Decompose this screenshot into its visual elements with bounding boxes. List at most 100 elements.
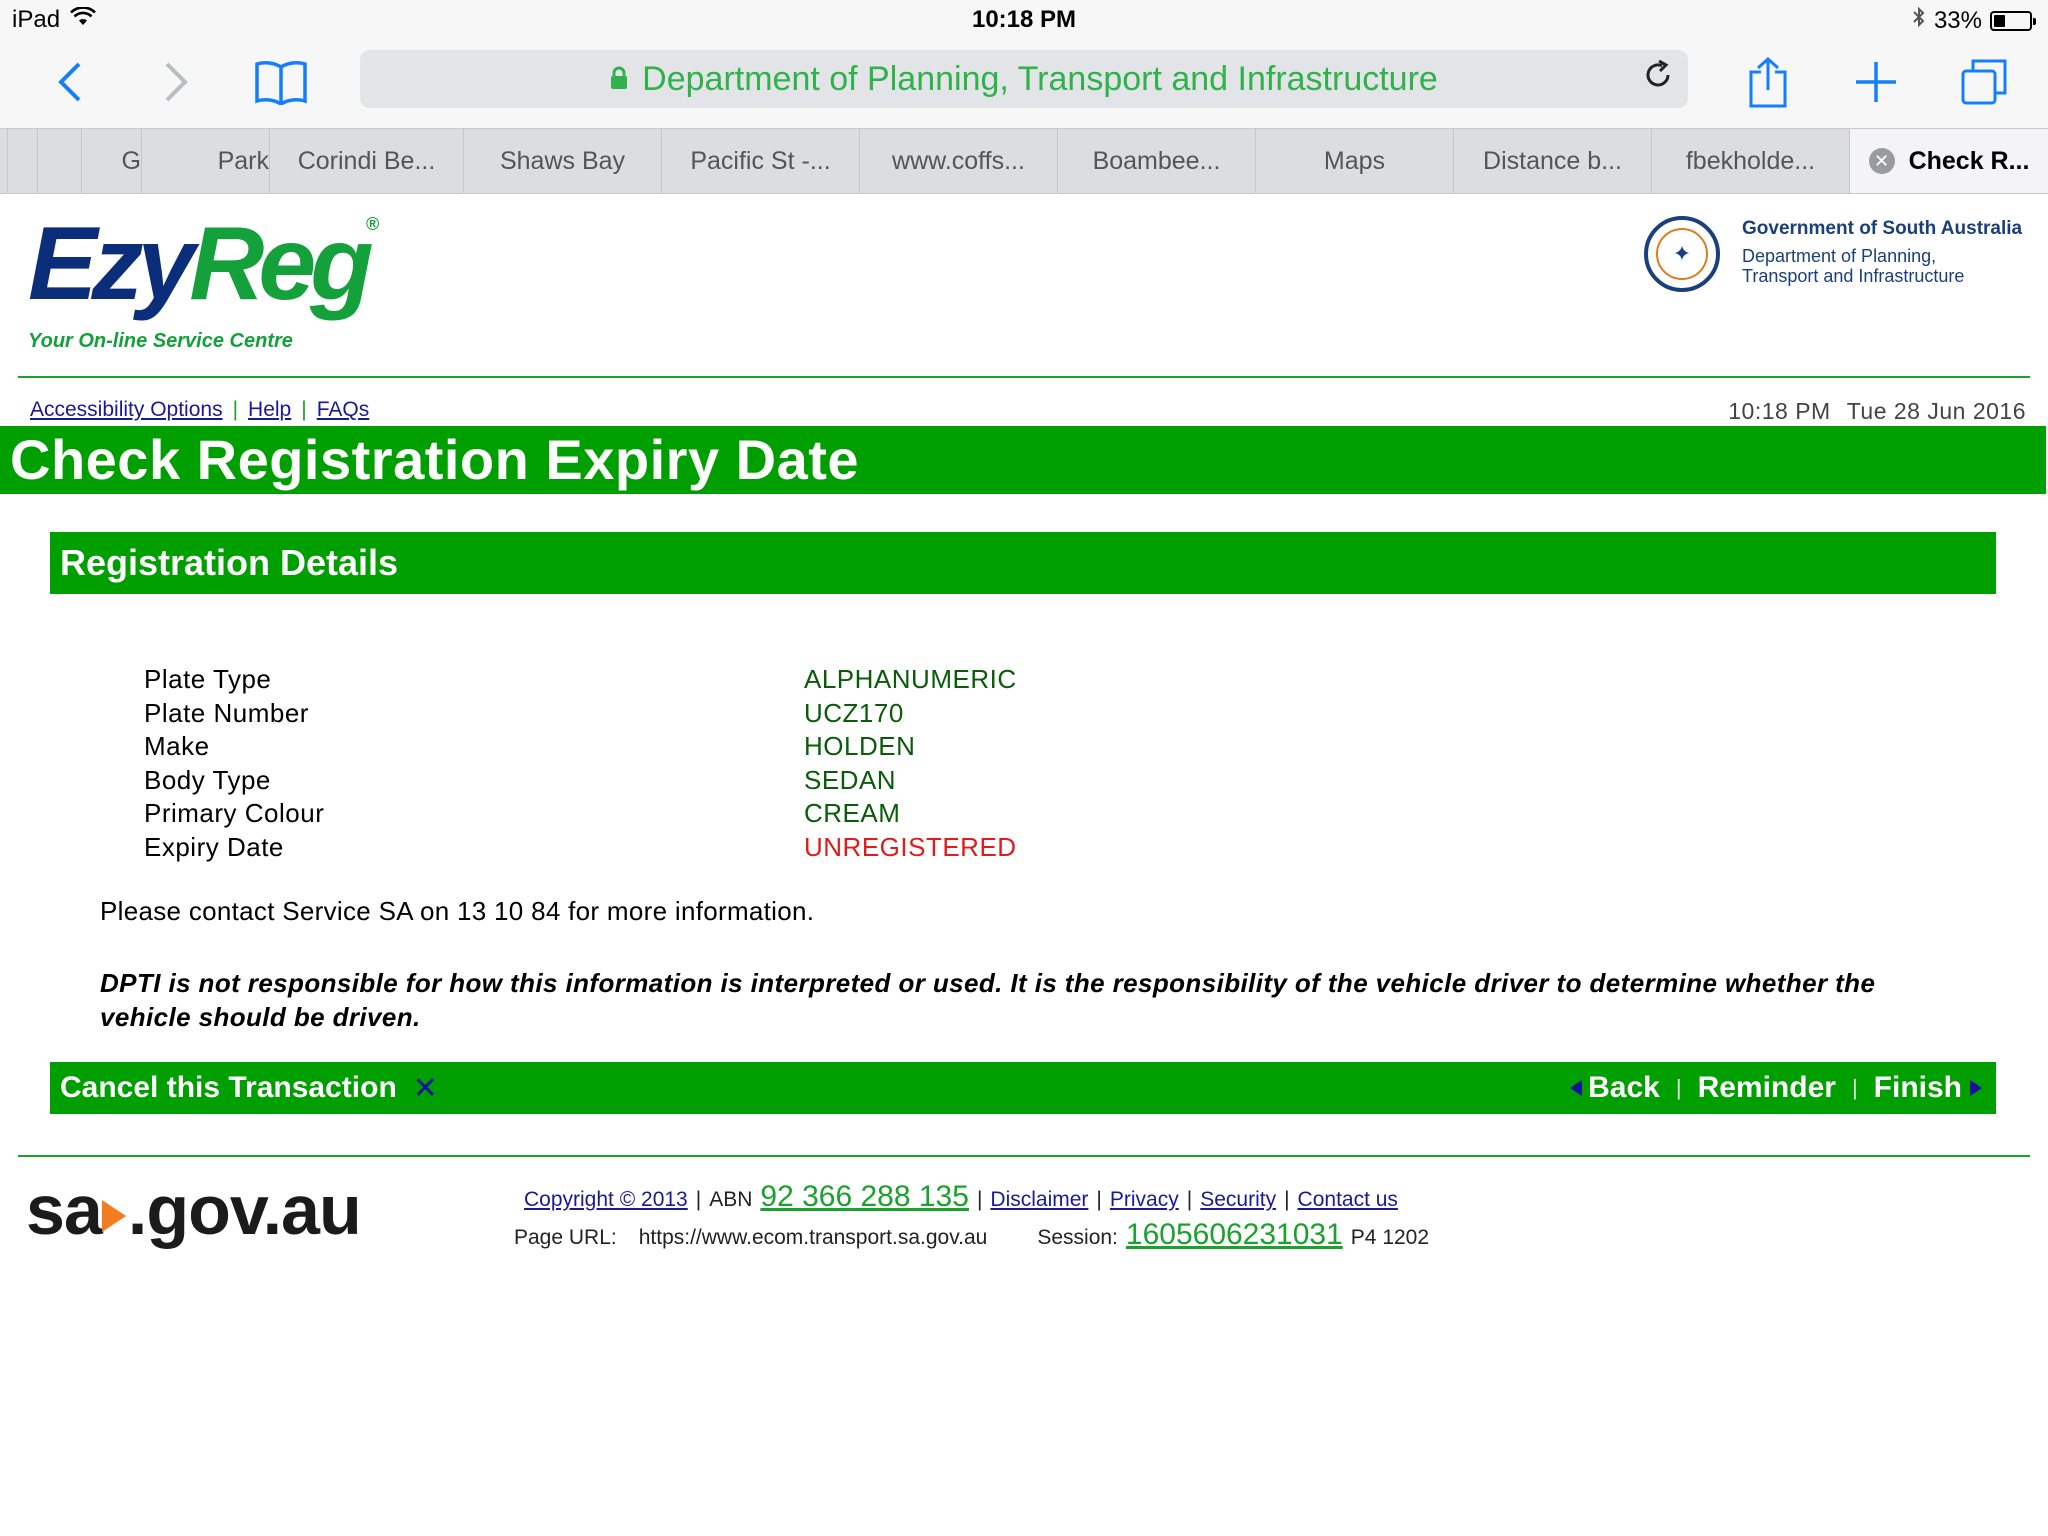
logo-wordmark: EzyReg — [28, 206, 374, 322]
abn-label: ABN — [709, 1188, 753, 1211]
tab-label: G — [121, 146, 141, 175]
new-tab-button[interactable] — [1846, 52, 1906, 112]
faqs-link[interactable]: FAQs — [317, 398, 370, 421]
chevron-left-icon — [58, 62, 81, 102]
footer-links: Copyright © 2013 | ABN 92 366 288 135 | … — [524, 1180, 1398, 1214]
cancel-transaction-button[interactable]: Cancel this Transaction ✕ — [60, 1062, 438, 1114]
finish-button[interactable]: Finish — [1874, 1071, 1982, 1105]
session-number[interactable]: 1605606231031 — [1126, 1218, 1343, 1252]
section-header: Registration Details — [50, 532, 1996, 594]
battery-fill — [1994, 14, 2006, 27]
tab[interactable]: Boambee... — [1058, 129, 1256, 193]
cancel-label: Cancel this Transaction — [60, 1071, 397, 1104]
nav-buttons: Back | Reminder | Finish — [1570, 1062, 1982, 1114]
page-title-band: Check Registration Expiry Date — [0, 426, 2046, 494]
web-page: EzyReg ® Your On-line Service Centre ✦ G… — [0, 194, 2048, 1536]
finish-label: Finish — [1873, 1071, 1962, 1104]
privacy-link[interactable]: Privacy — [1110, 1188, 1179, 1212]
tab[interactable]: www.coffs... — [860, 129, 1058, 193]
header-divider — [18, 376, 2030, 378]
copyright-link[interactable]: Copyright © 2013 — [524, 1188, 688, 1212]
triangle-right-icon — [1970, 1080, 1982, 1096]
share-button[interactable] — [1738, 52, 1798, 112]
detail-value: SEDAN — [804, 764, 897, 795]
tab[interactable]: Park — [142, 129, 270, 193]
tab-label: Shaws Bay — [499, 146, 626, 175]
page-time: 10:18 PM — [1728, 398, 1831, 424]
tab[interactable]: fbekholde... — [1652, 129, 1850, 193]
page-url-label: Page URL: — [514, 1226, 617, 1249]
tab-label: Distance b... — [1483, 146, 1622, 175]
tab-active[interactable]: ✕ Check R... — [1850, 129, 2048, 193]
status-time: 10:18 PM — [971, 6, 1077, 33]
contact-us-link[interactable]: Contact us — [1298, 1188, 1398, 1212]
detail-label: Expiry Date — [144, 831, 284, 862]
page-title: Check Registration Expiry Date — [10, 428, 860, 491]
session-label: Session: — [1037, 1226, 1118, 1249]
detail-label: Primary Colour — [144, 798, 325, 828]
share-icon — [1749, 56, 1787, 108]
sa-gov-au-logo[interactable]: sa .gov.au — [26, 1170, 362, 1250]
abn-number[interactable]: 92 366 288 135 — [760, 1180, 969, 1214]
forward-nav-button[interactable] — [146, 52, 206, 112]
tab[interactable]: Pacific St -... — [662, 129, 860, 193]
disclaimer-link[interactable]: Disclaimer — [990, 1188, 1088, 1212]
disclaimer-text: DPTI is not responsible for how this inf… — [100, 968, 1876, 1032]
book-icon — [255, 61, 307, 105]
bluetooth-icon — [1912, 6, 1926, 35]
tab-stack[interactable] — [8, 129, 38, 193]
page-date: Tue 28 Jun 2016 — [1846, 398, 2026, 424]
status-right: 33% — [1912, 6, 2036, 35]
top-links: Accessibility Options | Help | FAQs — [30, 398, 370, 421]
bookmarks-button[interactable] — [246, 52, 316, 112]
back-button[interactable]: Back — [1570, 1071, 1660, 1105]
tab[interactable]: Corindi Be... — [270, 129, 464, 193]
detail-label: Make — [144, 731, 210, 761]
reload-icon[interactable] — [1642, 58, 1674, 101]
reminder-button[interactable]: Reminder — [1698, 1071, 1836, 1105]
logo-tagline: Your On-line Service Centre — [28, 330, 293, 352]
help-link[interactable]: Help — [248, 398, 291, 421]
battery-icon — [1990, 10, 2036, 31]
detail-label: Plate Type — [144, 664, 272, 694]
detail-label: Plate Number — [144, 697, 309, 728]
address-bar[interactable]: Department of Planning, Transport and In… — [360, 50, 1688, 108]
registered-mark: ® — [366, 214, 380, 234]
address-bar-title: Department of Planning, Transport and In… — [642, 59, 1438, 98]
close-icon: ✕ — [412, 1071, 438, 1105]
tab-stack[interactable] — [0, 129, 8, 193]
tab-label: Check R... — [1908, 146, 2030, 175]
tab-label: Pacific St -... — [690, 146, 831, 175]
tab[interactable]: Maps — [1256, 129, 1454, 193]
accessibility-options-link[interactable]: Accessibility Options — [30, 398, 223, 421]
action-bar: Cancel this Transaction ✕ Back | Reminde… — [50, 1062, 1996, 1114]
browser-toolbar: Department of Planning, Transport and In… — [0, 42, 2048, 128]
gov-title: Government of South Australia — [1742, 218, 2023, 239]
close-tab-icon[interactable]: ✕ — [1868, 148, 1895, 174]
footer-session-info: Page URL: https://www.ecom.transport.sa.… — [514, 1218, 1429, 1252]
footer-divider — [18, 1155, 2030, 1157]
tab-label: fbekholde... — [1685, 146, 1816, 175]
arrow-right-icon — [101, 1200, 126, 1232]
security-link[interactable]: Security — [1200, 1188, 1276, 1212]
page-code: P4 1202 — [1350, 1226, 1430, 1249]
tab-label: www.coffs... — [892, 146, 1025, 175]
tab-label: Boambee... — [1092, 146, 1221, 175]
tab[interactable]: Shaws Bay — [464, 129, 662, 193]
page-url: https://www.ecom.transport.sa.gov.au — [638, 1226, 988, 1249]
detail-value: HOLDEN — [804, 731, 916, 761]
expiry-status-value: UNREGISTERED — [804, 831, 1017, 862]
reminder-label: Reminder — [1697, 1071, 1836, 1104]
back-nav-button[interactable] — [40, 52, 100, 112]
tabs-overview-button[interactable] — [1954, 52, 2014, 112]
detail-value: ALPHANUMERIC — [804, 664, 1017, 694]
tab[interactable]: Distance b... — [1454, 129, 1652, 193]
status-bar: iPad 10:18 PM 33% — [0, 0, 2048, 42]
tab[interactable]: G — [82, 129, 142, 193]
plus-icon — [1856, 62, 1896, 102]
state-seal-icon: ✦ — [1644, 216, 1720, 292]
chevron-right-icon — [165, 62, 188, 102]
tab-stack[interactable] — [38, 129, 82, 193]
tab-label: Corindi Be... — [297, 146, 436, 175]
detail-value: UCZ170 — [804, 697, 904, 728]
